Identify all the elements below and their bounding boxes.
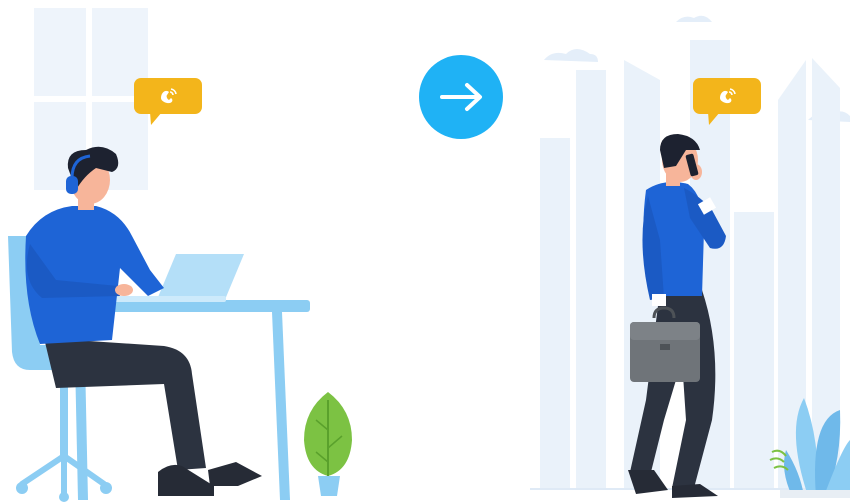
scene-svg [8, 8, 850, 502]
potted-plant [304, 392, 352, 496]
illustration-stage [0, 0, 850, 502]
arrow-right-button [419, 55, 503, 139]
